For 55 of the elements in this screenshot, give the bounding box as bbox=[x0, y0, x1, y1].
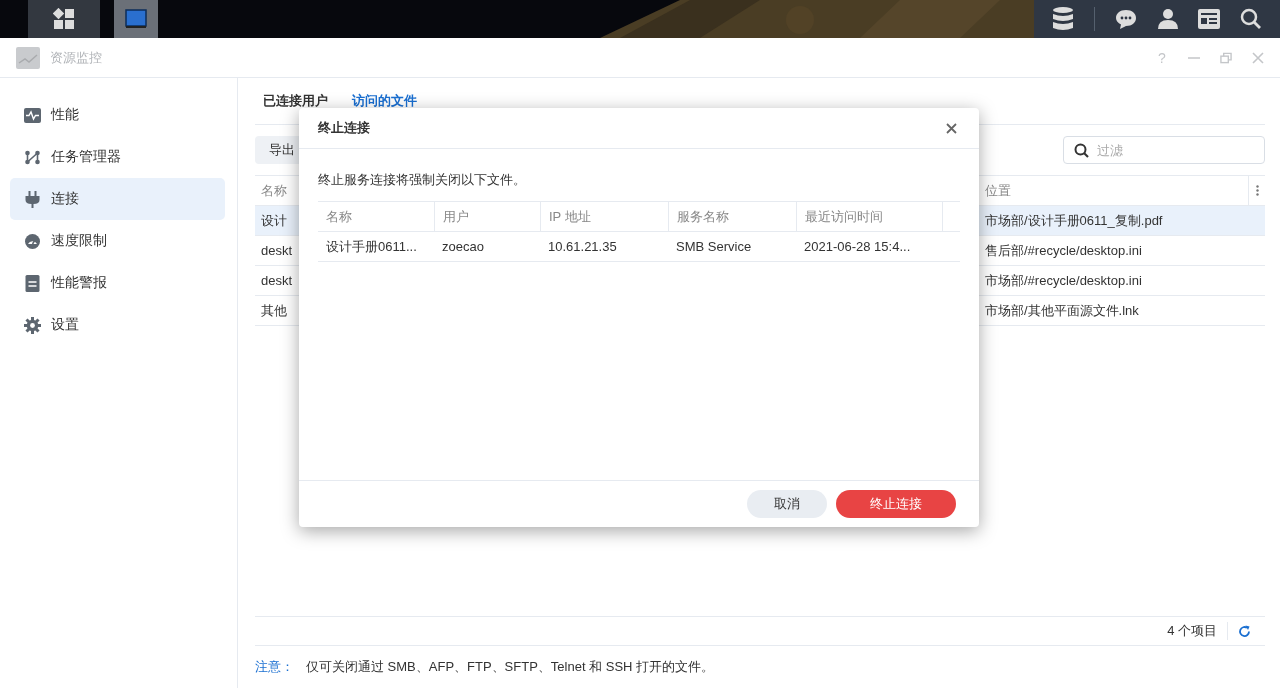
table-cell: 设计 bbox=[261, 212, 287, 228]
main-menu-button[interactable] bbox=[28, 0, 100, 38]
sidebar-item[interactable]: 连接 bbox=[10, 178, 225, 220]
widgets-icon[interactable] bbox=[1197, 9, 1220, 29]
table-cell-text: 设计手册0611... bbox=[325, 237, 418, 256]
table-cell-text: 2021-06-28 15:4... bbox=[803, 238, 912, 256]
table-cell-text: 市场部/#recycle/desktop.ini bbox=[984, 271, 1143, 290]
app-button[interactable] bbox=[114, 0, 158, 38]
table-cell: 其他 bbox=[261, 302, 287, 318]
dialog-message: 终止服务连接将强制关闭以下文件。 bbox=[318, 171, 527, 189]
gauge-icon bbox=[24, 232, 41, 250]
note-text: 仅可关闭通过 SMB、AFP、FTP、SFTP、Telnet 和 SSH 打开的文件。 bbox=[306, 658, 715, 676]
column-header: IP 地址 bbox=[540, 202, 668, 231]
window-title: 资源监控 bbox=[50, 48, 102, 67]
sidebar-item[interactable]: 速度限制 bbox=[10, 220, 225, 262]
filter-field[interactable]: 过滤 bbox=[1063, 136, 1265, 164]
app-icon bbox=[16, 46, 40, 69]
user-icon[interactable] bbox=[1157, 8, 1178, 30]
note-label: 注意： bbox=[255, 658, 294, 676]
table-cell-text: 市场部/其他平面源文件.lnk bbox=[984, 301, 1140, 320]
column-header: 用户 bbox=[434, 202, 540, 231]
tab[interactable]: 访问的文件 bbox=[352, 92, 417, 110]
confirm-button[interactable]: 终止连接 bbox=[836, 490, 956, 518]
cancel-button[interactable]: 取消 bbox=[747, 490, 827, 518]
monitor-icon bbox=[125, 9, 147, 29]
settings-icon bbox=[24, 316, 41, 334]
table-cell-text: 售后部/#recycle/desktop.ini bbox=[984, 241, 1143, 260]
table-cell-text: zoecao bbox=[441, 238, 485, 256]
column-header: 位置 bbox=[984, 181, 1012, 200]
item-count: 4 个项目 bbox=[1167, 622, 1217, 640]
pulse-icon bbox=[24, 107, 41, 123]
table-cell-text: SMB Service bbox=[675, 238, 753, 256]
storage-icon[interactable] bbox=[1052, 6, 1075, 32]
column-header: 名称 bbox=[325, 207, 353, 226]
table-cell-text: 市场部/设计手册0611_复制.pdf bbox=[984, 211, 1164, 230]
grid-icon bbox=[53, 8, 75, 30]
sidebar-item[interactable]: 任务管理器 bbox=[10, 136, 225, 178]
column-header: 最近访问时间 bbox=[796, 202, 942, 231]
chat-icon[interactable] bbox=[1115, 8, 1138, 30]
sidebar-item[interactable]: 性能警报 bbox=[10, 262, 225, 304]
column-header: 服务名称 bbox=[668, 202, 796, 231]
sidebar-item[interactable]: 性能 bbox=[10, 94, 225, 136]
sidebar-item[interactable]: 设置 bbox=[10, 304, 225, 346]
close-button[interactable] bbox=[946, 122, 957, 134]
column-header: 名称 bbox=[261, 182, 287, 198]
dialog-title: 终止连接 bbox=[318, 119, 370, 137]
document-icon bbox=[24, 274, 41, 292]
refresh-icon[interactable] bbox=[1238, 624, 1251, 638]
search-icon[interactable] bbox=[1239, 8, 1262, 30]
table-cell: deskt bbox=[261, 273, 293, 288]
tab[interactable]: 已连接用户 bbox=[263, 92, 328, 110]
table-cell-text: 10.61.21.35 bbox=[547, 238, 618, 256]
plug-icon bbox=[24, 190, 41, 208]
table-cell: deskt bbox=[261, 243, 293, 258]
nodes-icon bbox=[24, 149, 41, 165]
